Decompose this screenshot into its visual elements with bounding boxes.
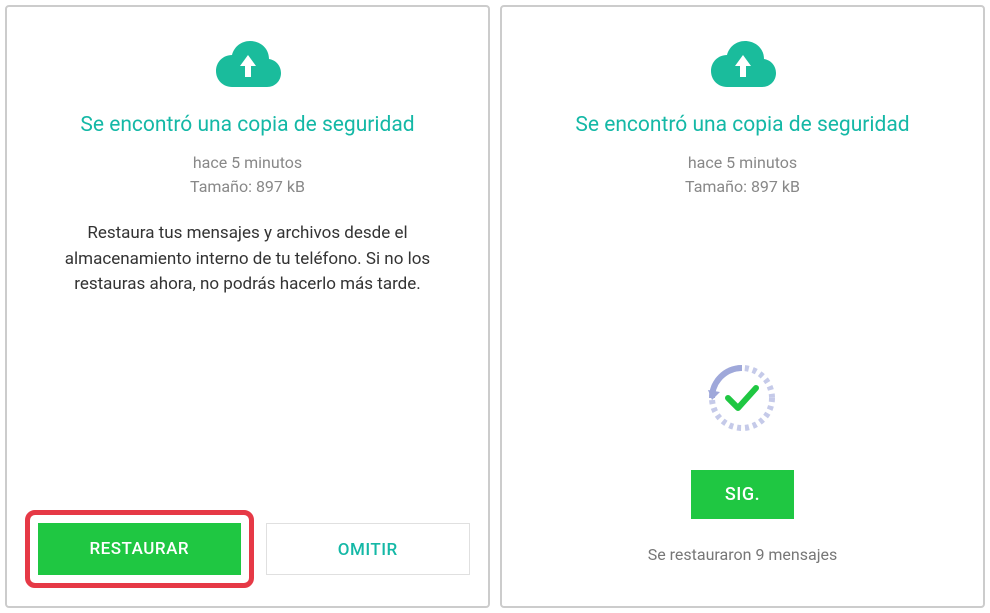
backup-meta: hace 5 minutos Tamaño: 897 kB: [190, 151, 305, 199]
backup-found-panel: Se encontró una copia de seguridad hace …: [5, 5, 490, 608]
cloud-upload-icon: [708, 39, 778, 93]
backup-title: Se encontró una copia de seguridad: [80, 113, 414, 137]
backup-description: Restaura tus mensajes y archivos desde e…: [35, 221, 460, 298]
backup-title: Se encontró una copia de seguridad: [575, 113, 909, 137]
restore-highlight: RESTAURAR: [25, 510, 254, 588]
restore-button[interactable]: RESTAURAR: [38, 523, 241, 575]
backup-time: hace 5 minutos: [685, 151, 800, 175]
button-row: RESTAURAR OMITIR: [25, 510, 470, 588]
next-button[interactable]: SIG.: [691, 470, 794, 519]
backup-size: Tamaño: 897 kB: [685, 175, 800, 199]
backup-time: hace 5 minutos: [190, 151, 305, 175]
skip-button[interactable]: OMITIR: [266, 523, 471, 575]
restore-status: Se restauraron 9 mensajes: [648, 545, 838, 564]
backup-size: Tamaño: 897 kB: [190, 175, 305, 199]
restore-complete-section: SIG. Se restauraron 9 mensajes: [648, 358, 838, 564]
backup-meta: hace 5 minutos Tamaño: 897 kB: [685, 151, 800, 199]
restore-success-icon: [702, 358, 782, 442]
backup-restored-panel: Se encontró una copia de seguridad hace …: [500, 5, 985, 608]
cloud-upload-icon: [213, 39, 283, 93]
